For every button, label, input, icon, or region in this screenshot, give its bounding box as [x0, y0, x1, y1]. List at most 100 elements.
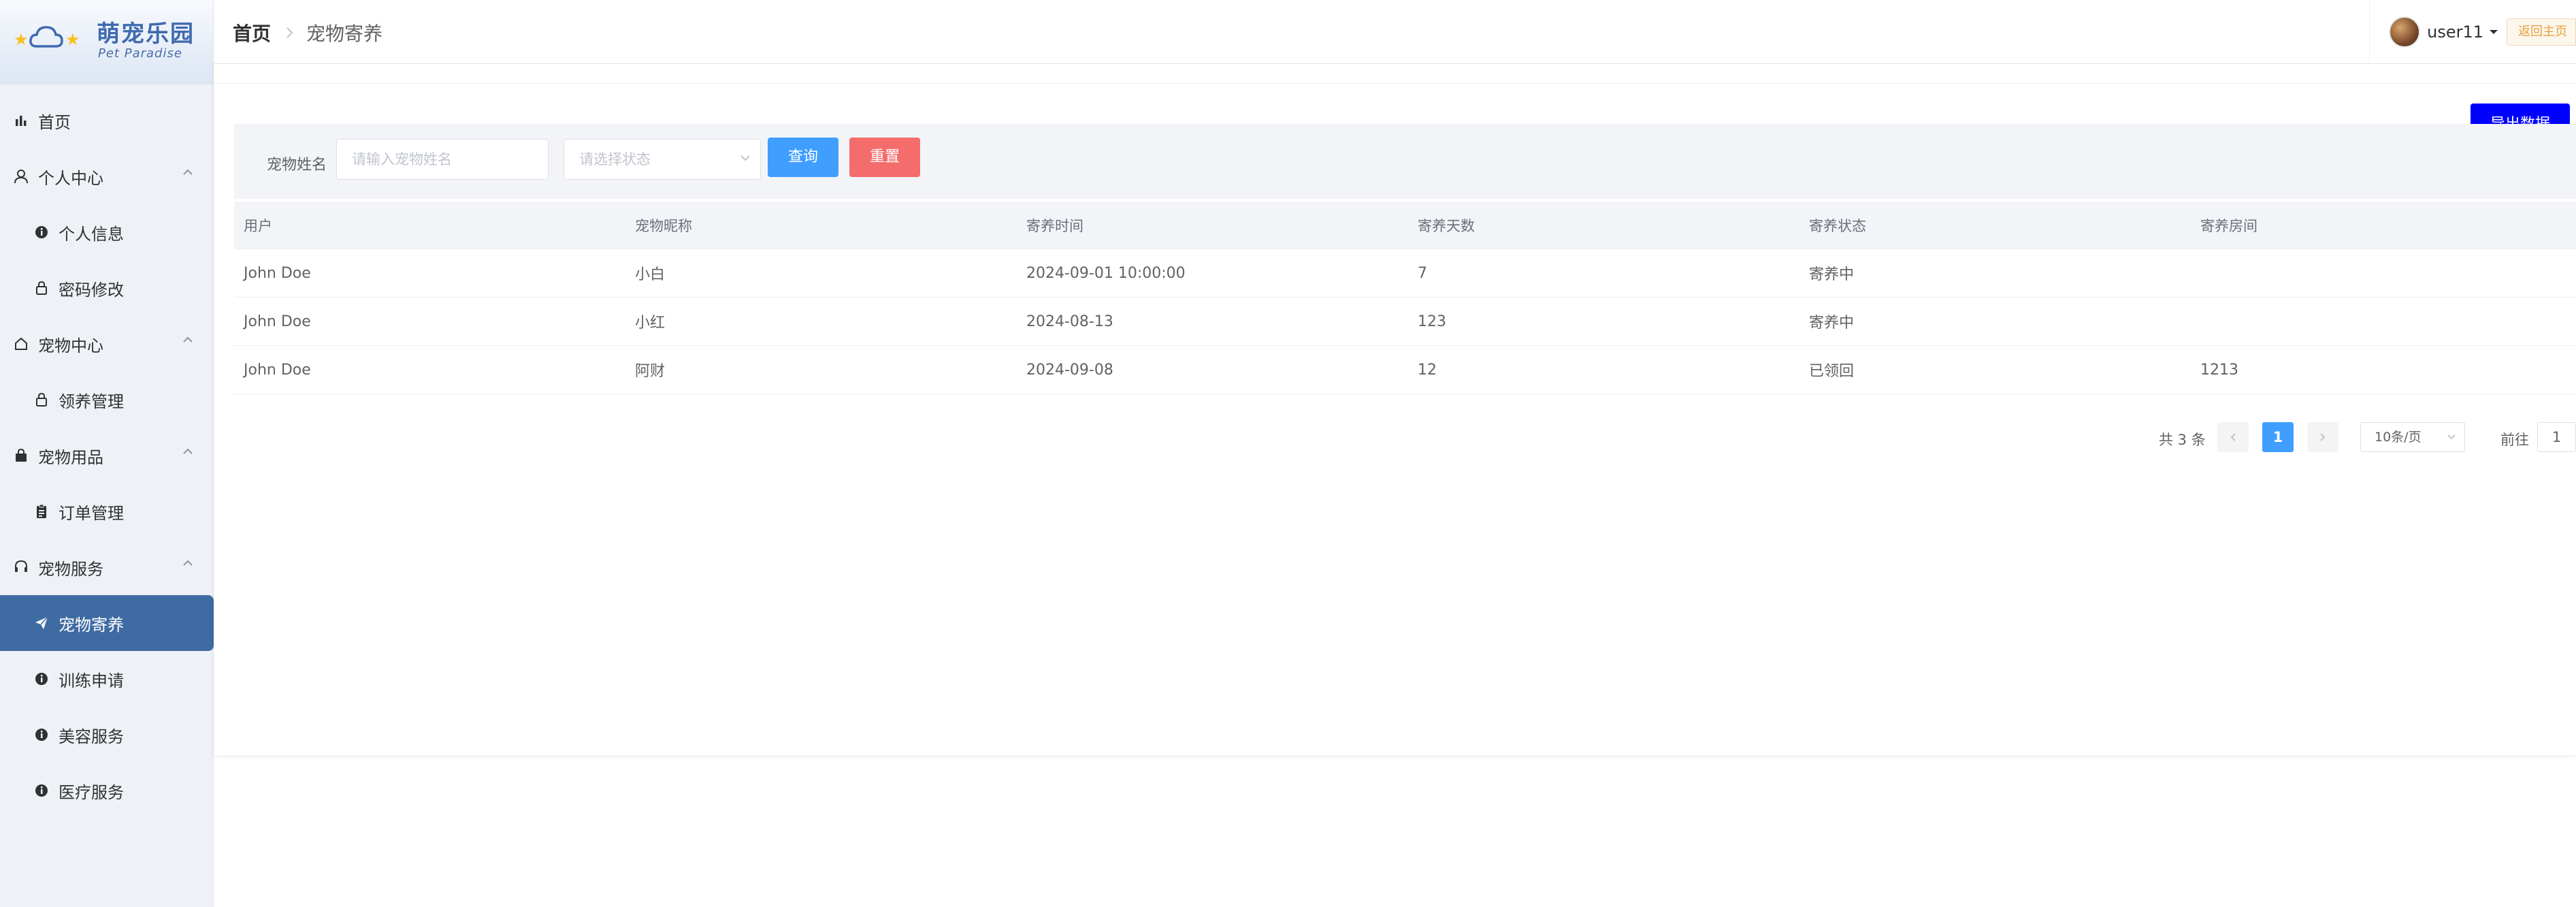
caret-down-icon[interactable] — [2489, 29, 2498, 35]
sidebar-item-label: 订单管理 — [59, 503, 124, 523]
page-size-value: 10条/页 — [2375, 430, 2422, 445]
pet-name-input[interactable]: 请输入宠物姓名 — [336, 139, 549, 180]
cell-pet-nickname: 小红 — [635, 315, 666, 332]
sidebar-item-pet-center[interactable]: 宠物中心 — [0, 316, 214, 372]
table-row[interactable]: John Doe 小白 2024-09-01 10:00:00 7 寄养中 — [234, 249, 2576, 298]
sidebar-item-medical[interactable]: 医疗服务 — [0, 763, 214, 818]
sidebar-item-label: 美容服务 — [59, 727, 124, 746]
bar-chart-icon — [14, 113, 29, 128]
status-select[interactable]: 请选择状态 — [564, 139, 761, 180]
cell-user: John Doe — [244, 264, 311, 282]
sidebar-item-label: 宠物寄养 — [59, 615, 124, 635]
sidebar-item-label: 宠物服务 — [38, 559, 103, 579]
table-row[interactable]: John Doe 小红 2024-08-13 123 寄养中 — [234, 298, 2576, 346]
cell-boarding-days: 123 — [1418, 313, 1446, 330]
divider — [214, 83, 2576, 84]
cell-boarding-room: 1213 — [2200, 361, 2238, 379]
reset-button[interactable]: 重置 — [849, 138, 920, 177]
table-header: 用户 宠物昵称 寄养时间 寄养天数 寄养状态 寄养房间 — [234, 202, 2576, 249]
next-page-button[interactable] — [2307, 422, 2338, 452]
house-icon — [14, 336, 29, 351]
sidebar-item-training[interactable]: 训练申请 — [0, 651, 214, 707]
sidebar-item-label: 密码修改 — [59, 280, 124, 300]
sidebar-item-label: 首页 — [38, 112, 71, 132]
chevron-up-icon — [183, 336, 193, 343]
user-icon — [14, 169, 29, 184]
chevron-up-icon — [183, 448, 193, 454]
main-content: 导出数据 宠物姓名 请输入宠物姓名 请选择状态 查询 重置 用户 宠物昵称 寄养… — [214, 64, 2576, 755]
username[interactable]: user11 — [2427, 22, 2483, 42]
avatar[interactable] — [2389, 16, 2421, 48]
chevron-right-icon — [286, 26, 294, 39]
sidebar-item-personal-info[interactable]: 个人信息 — [0, 204, 214, 260]
column-header-boarding-days[interactable]: 寄养天数 — [1408, 215, 1799, 236]
sidebar-item-pet-services[interactable]: 宠物服务 — [0, 539, 214, 595]
headset-icon — [14, 560, 29, 575]
column-header-boarding-room[interactable]: 寄养房间 — [2191, 215, 2576, 236]
page-size-select[interactable]: 10条/页 — [2360, 422, 2465, 452]
cell-boarding-time: 2024-08-13 — [1026, 313, 1113, 330]
sidebar-item-pet-supplies[interactable]: 宠物用品 — [0, 428, 214, 483]
sidebar-item-adoption[interactable]: 领养管理 — [0, 372, 214, 428]
sidebar-item-home[interactable]: 首页 — [0, 93, 214, 148]
query-button[interactable]: 查询 — [768, 138, 838, 177]
top-bar: 首页 宠物寄养 user11 返回主页 — [214, 0, 2576, 64]
info-icon — [34, 225, 49, 240]
prev-page-button[interactable] — [2217, 422, 2249, 452]
pet-name-label: 宠物姓名 — [267, 157, 327, 174]
clipboard-icon — [34, 504, 49, 519]
brand-title: 萌宠乐园 — [97, 20, 195, 48]
page-number-current[interactable]: 1 — [2262, 422, 2294, 452]
chevron-right-icon — [2320, 433, 2326, 441]
table-row[interactable]: John Doe 阿财 2024-09-08 12 已领回 1213 — [234, 346, 2576, 394]
sidebar-item-grooming[interactable]: 美容服务 — [0, 707, 214, 763]
cell-pet-nickname: 小白 — [635, 266, 666, 283]
breadcrumb: 首页 宠物寄养 — [233, 19, 382, 46]
column-header-user[interactable]: 用户 — [234, 215, 625, 236]
goto-page-input[interactable]: 1 — [2537, 422, 2576, 452]
sidebar-item-personal-center[interactable]: 个人中心 — [0, 148, 214, 204]
cell-user: John Doe — [244, 313, 311, 330]
sidebar-item-orders[interactable]: 订单管理 — [0, 483, 214, 539]
sidebar-item-label: 领养管理 — [59, 392, 124, 411]
chevron-up-icon — [183, 169, 193, 175]
brand-subtitle: Pet Paradise — [98, 46, 182, 61]
chevron-down-icon — [2447, 434, 2456, 440]
column-header-boarding-time[interactable]: 寄养时间 — [1017, 215, 1408, 236]
star-icon: ★ — [65, 30, 80, 49]
cell-boarding-time: 2024-09-01 10:00:00 — [1026, 264, 1186, 282]
column-header-pet-nickname[interactable]: 宠物昵称 — [625, 215, 1017, 236]
pagination: 共 3 条 1 10条/页 前往 1 页 — [2159, 422, 2576, 452]
chevron-left-icon — [2230, 433, 2236, 441]
star-icon: ★ — [14, 30, 29, 49]
back-home-button[interactable]: 返回主页 — [2507, 18, 2576, 46]
info-icon — [34, 671, 49, 686]
status-select-placeholder: 请选择状态 — [579, 151, 651, 168]
sidebar-item-pet-boarding[interactable]: 宠物寄养 — [0, 595, 214, 651]
paper-plane-icon — [34, 616, 49, 631]
chevron-up-icon — [183, 560, 193, 566]
breadcrumb-home[interactable]: 首页 — [233, 19, 271, 46]
breadcrumb-current: 宠物寄养 — [306, 22, 383, 45]
column-header-boarding-status[interactable]: 寄养状态 — [1799, 215, 2191, 236]
sidebar-item-label: 个人信息 — [59, 224, 124, 244]
cell-user: John Doe — [244, 361, 311, 379]
cell-boarding-status: 寄养中 — [1809, 266, 1855, 283]
cell-boarding-status: 寄养中 — [1809, 315, 1855, 332]
sidebar-item-label: 训练申请 — [59, 671, 124, 690]
brand-logo[interactable]: ★ ★ 萌宠乐园 Pet Paradise — [0, 0, 213, 84]
sidebar-item-label: 医疗服务 — [59, 782, 124, 802]
lock-icon — [34, 281, 49, 296]
cloud-icon — [29, 26, 63, 48]
boarding-table: 用户 宠物昵称 寄养时间 寄养天数 寄养状态 寄养房间 John Doe 小白 … — [234, 202, 2576, 394]
cell-boarding-status: 已领回 — [1809, 363, 1855, 380]
sidebar-item-label: 个人中心 — [38, 168, 103, 188]
filter-bar: 宠物姓名 请输入宠物姓名 请选择状态 查询 重置 — [234, 124, 2576, 199]
sidebar-item-password[interactable]: 密码修改 — [0, 260, 214, 316]
goto-label: 前往 — [2500, 432, 2529, 448]
sidebar-menu: 首页 个人中心 个人信息 密码修改 宠物中心 领养管理 宠物用品 订单管理 宠物… — [0, 93, 214, 818]
chevron-down-icon — [740, 155, 750, 161]
sidebar-item-label: 宠物中心 — [38, 336, 103, 355]
cell-boarding-days: 12 — [1418, 361, 1437, 379]
sidebar: ★ ★ 萌宠乐园 Pet Paradise 首页 个人中心 个人信息 密码修改 … — [0, 0, 214, 907]
